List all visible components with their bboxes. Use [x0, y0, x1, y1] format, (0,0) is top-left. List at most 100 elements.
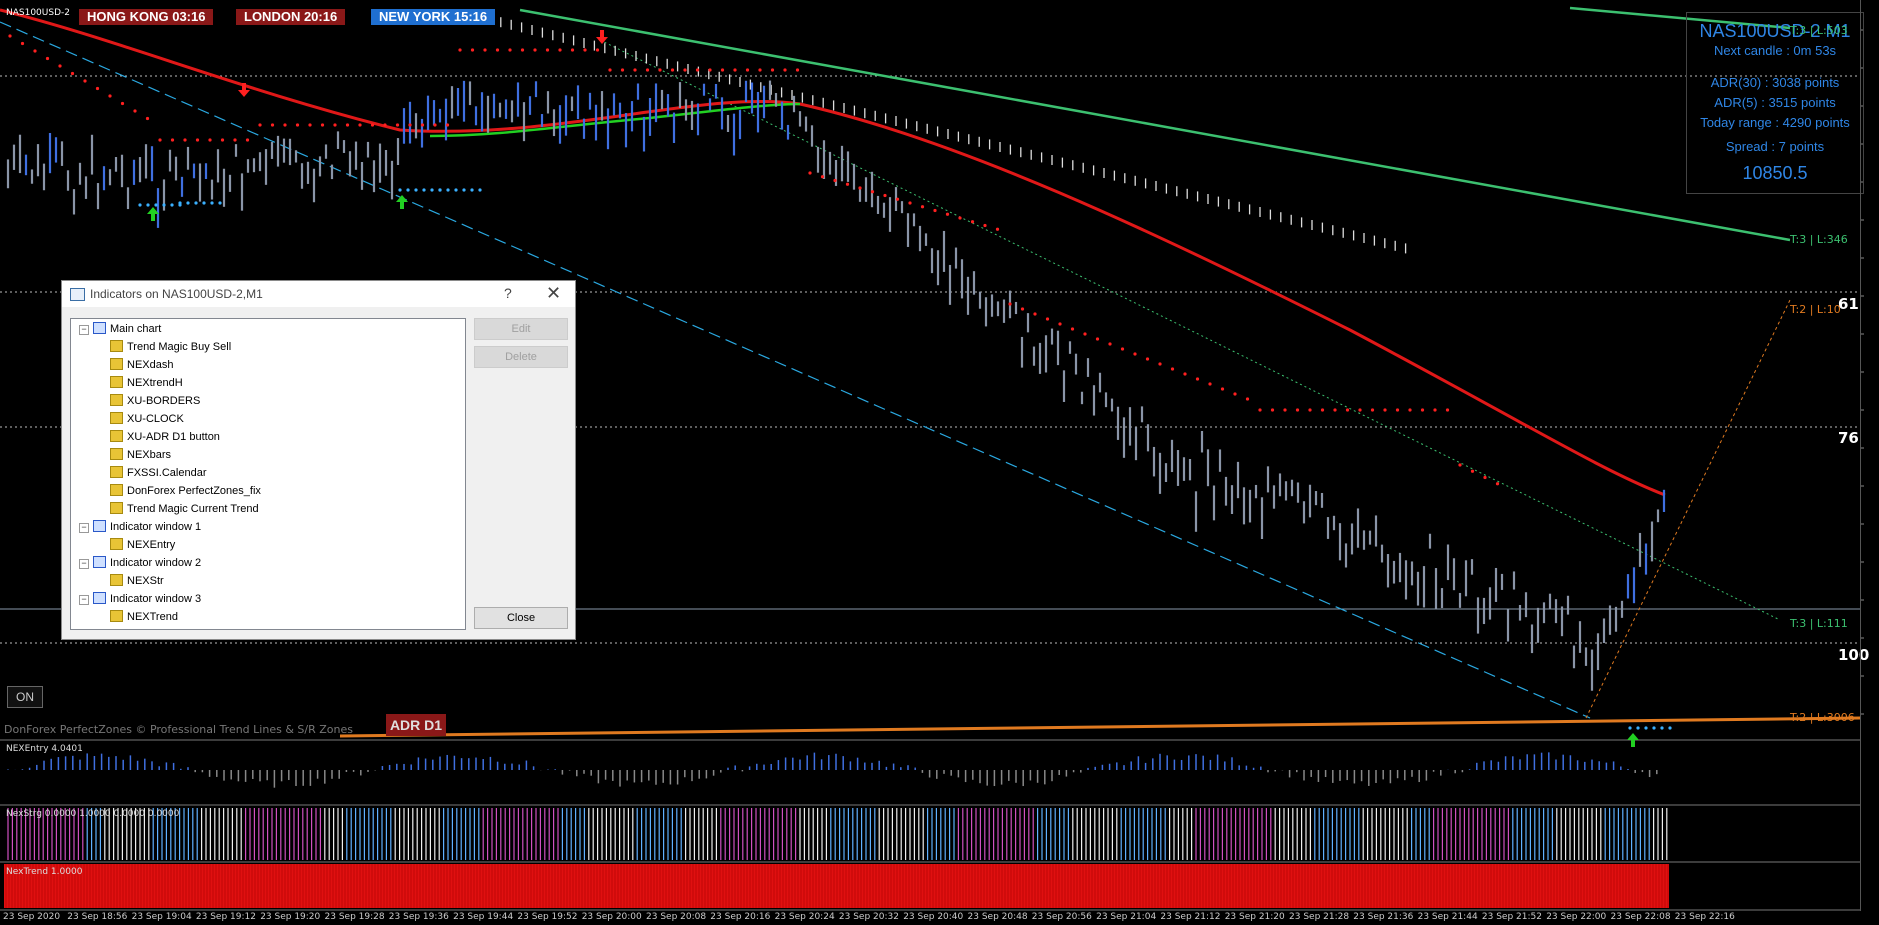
trend-dot-red — [933, 208, 937, 213]
trend-dot-red — [170, 138, 175, 142]
tree-indicator-node[interactable]: NEXEntry — [110, 537, 175, 553]
next-candle: Next candle : 0m 53s — [1713, 43, 1837, 58]
trend-dot-blue — [470, 188, 474, 192]
trend-dot-red — [708, 68, 712, 72]
trend-dot-red — [1458, 463, 1462, 467]
trend-dot-red — [470, 48, 475, 52]
trend-dot-red — [1083, 332, 1087, 336]
tree-window-node[interactable]: Indicator window 3 — [93, 591, 201, 607]
trend-dot-red — [1208, 382, 1212, 386]
trend-dot-red — [783, 68, 787, 72]
tree-expander[interactable]: − — [79, 595, 89, 605]
trend-dot-red — [658, 68, 662, 72]
trend-dot-red — [845, 182, 850, 186]
trend-dot-blue — [218, 201, 222, 205]
trend-dot-red — [1120, 347, 1125, 351]
level-61: 61 — [1838, 295, 1859, 313]
tree-indicator-node[interactable]: XU-CLOCK — [110, 411, 184, 427]
time-tick-label: 23 Sep 20:00 — [581, 912, 642, 922]
trend-dot-red — [1370, 408, 1375, 412]
trend-dot-blue — [422, 188, 426, 192]
tree-indicator-node[interactable]: DonForex PerfectZones_fix — [110, 483, 261, 499]
tree-node-label: XU-CLOCK — [127, 413, 184, 425]
trend-dot-red — [408, 123, 412, 127]
edit-button[interactable]: Edit — [474, 318, 568, 340]
time-tick-label: 23 Sep 19:12 — [195, 912, 256, 922]
time-axis[interactable]: 23 Sep 2020 23 Sep 18:56 23 Sep 19:04 23 Se… — [0, 911, 1879, 925]
trend-dot-blue — [210, 201, 214, 205]
indicators-dialog: Indicators on NAS100USD-2,M1 ? ✕ − Main c… — [61, 280, 576, 640]
trend-dot-red — [1108, 342, 1112, 346]
chart-window-icon — [93, 322, 106, 334]
current-price: 10850.5 — [1742, 163, 1808, 183]
trend-dot-red — [458, 48, 462, 52]
trend-dot-red — [1308, 408, 1312, 412]
indicator-tree[interactable]: − Main chart Trend Magic Buy Sell NEXdash NE… — [70, 318, 466, 630]
trend-dot-red — [958, 216, 962, 220]
tree-indicator-node[interactable]: Trend Magic Current Trend — [110, 501, 259, 517]
trend-dot-red — [533, 48, 537, 52]
close-icon[interactable]: ✕ — [546, 283, 561, 304]
tree-expander[interactable]: − — [79, 559, 89, 569]
time-tick-label: 23 Sep 21:44 — [1417, 912, 1478, 922]
trend-dot-red — [370, 123, 375, 127]
trend-dot-red — [995, 227, 1000, 231]
tree-node-label: XU-ADR D1 button — [127, 431, 220, 443]
nexentry-label: NEXEntry 4.0401 — [6, 744, 83, 754]
trend-dot-red — [970, 220, 975, 224]
trend-dot-red — [883, 193, 887, 198]
tree-indicator-node[interactable]: XU-ADR D1 button — [110, 429, 220, 445]
tree-indicator-node[interactable]: NEXdash — [110, 357, 173, 373]
on-button[interactable]: ON — [7, 686, 43, 708]
tree-node-label: Indicator window 2 — [110, 557, 202, 569]
trend-dot-red — [133, 109, 137, 113]
tree-indicator-node[interactable]: Trend Magic Buy Sell — [110, 339, 231, 355]
tree-window-node[interactable]: Main chart — [93, 321, 161, 337]
time-tick-label: 23 Sep 20:32 — [838, 912, 899, 922]
tree-window-node[interactable]: Indicator window 1 — [93, 519, 201, 535]
trend-dot-red — [308, 123, 312, 127]
price-axis[interactable] — [1860, 0, 1879, 911]
trend-dot-red — [245, 138, 250, 142]
trend-dot-red — [195, 138, 200, 142]
trend-dot-red — [1395, 408, 1400, 412]
trend-dot-red — [120, 101, 125, 106]
tree-indicator-node[interactable]: NEXbars — [110, 447, 171, 463]
tree-window-node[interactable]: Indicator window 2 — [93, 555, 201, 571]
trend-dot-red — [1483, 475, 1487, 480]
dialog-titlebar[interactable]: Indicators on NAS100USD-2,M1 ? ✕ — [62, 281, 575, 307]
info-panel: NAS100USD-2 M1 Next candle : 0m 53s ADR(… — [1686, 12, 1864, 194]
trend-dot-red — [70, 71, 75, 76]
trend-dot-red — [695, 68, 700, 72]
trend-dot-red — [895, 197, 900, 201]
trendline-label-346: T:3 | L:346 — [1790, 233, 1848, 246]
trend-dot-red — [483, 48, 487, 52]
time-tick-label: 23 Sep 22:00 — [1546, 912, 1607, 922]
tree-indicator-node[interactable]: NEXTrend — [110, 609, 178, 625]
trend-dot-red — [270, 123, 275, 127]
indicator-icon — [110, 340, 123, 352]
trend-dot-blue — [478, 188, 482, 192]
help-icon[interactable]: ? — [504, 285, 512, 301]
close-button[interactable]: Close — [474, 607, 568, 629]
trend-dot-red — [320, 123, 325, 127]
tree-indicator-node[interactable]: NEXStr — [110, 573, 164, 589]
tree-indicator-node[interactable]: FXSSI.Calendar — [110, 465, 206, 481]
tree-expander[interactable]: − — [79, 325, 89, 335]
trend-dot-red — [383, 123, 387, 127]
delete-button[interactable]: Delete — [474, 346, 568, 368]
adr-d1-button[interactable]: ADR D1 — [386, 714, 446, 736]
trend-dot-red — [795, 68, 800, 72]
trend-dot-red — [1145, 357, 1150, 361]
zones-caption: DonForex PerfectZones © Professional Tre… — [4, 723, 353, 736]
trendline-label-111: T:3 | L:111 — [1790, 617, 1848, 630]
time-tick-label: 23 Sep 19:36 — [388, 912, 449, 922]
trend-dot-red — [158, 138, 162, 142]
tree-node-label: Trend Magic Buy Sell — [127, 341, 232, 353]
trend-dot-red — [808, 171, 812, 175]
chart-window-icon — [93, 592, 106, 604]
trend-dot-red — [670, 68, 675, 72]
tree-indicator-node[interactable]: XU-BORDERS — [110, 393, 200, 409]
tree-expander[interactable]: − — [79, 523, 89, 533]
tree-indicator-node[interactable]: NEXtrendH — [110, 375, 183, 391]
